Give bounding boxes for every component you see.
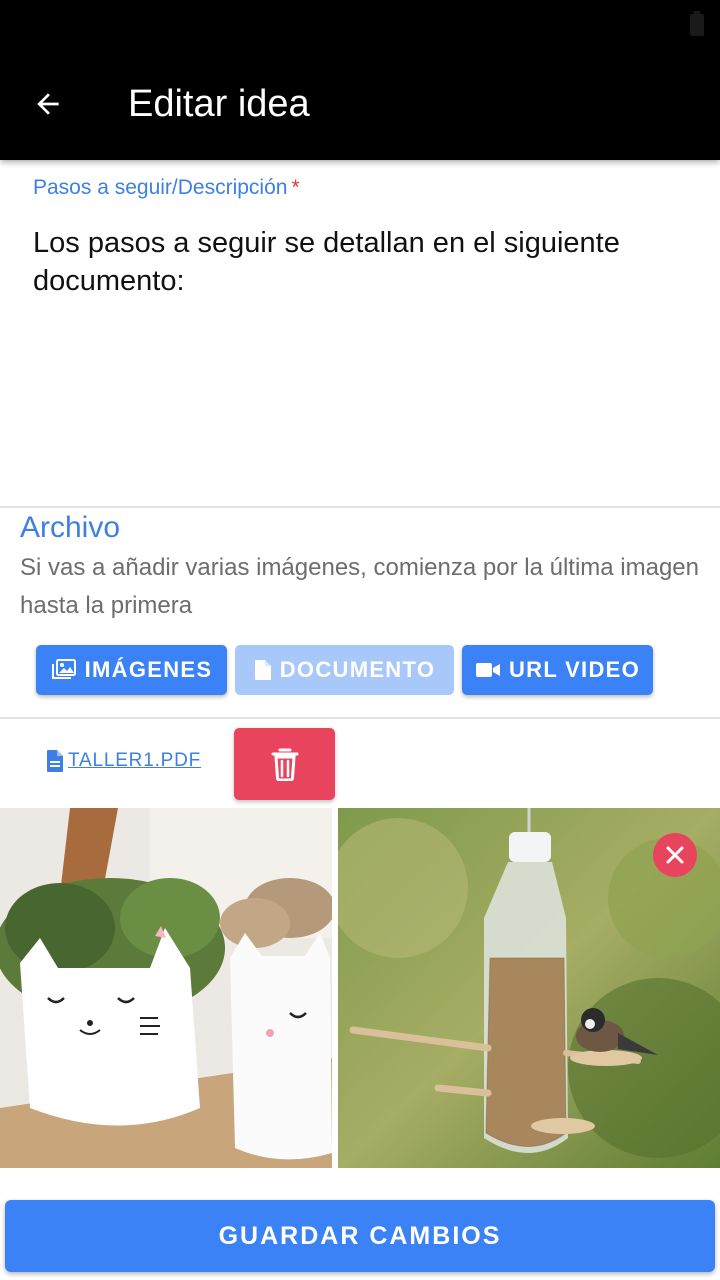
divider (0, 717, 720, 719)
description-label-text: Pasos a seguir/Descripción (33, 176, 288, 199)
description-textarea[interactable]: Los pasos a seguir se detallan en el sig… (33, 224, 693, 300)
required-mark: * (291, 176, 300, 199)
file-icon (47, 750, 63, 772)
archivo-title: Archivo (20, 511, 121, 544)
add-video-url-button[interactable]: URL VIDEO (462, 645, 653, 695)
add-document-label: DOCUMENTO (279, 657, 436, 682)
trash-icon (271, 748, 298, 781)
delete-file-button[interactable] (234, 728, 335, 800)
video-camera-icon (475, 663, 500, 677)
description-label: Pasos a seguir/Descripción * (33, 174, 300, 202)
document-icon (254, 660, 271, 680)
close-icon (666, 846, 684, 864)
add-images-label: IMÁGENES (84, 657, 213, 682)
photo-cat-planters (0, 808, 332, 1168)
archivo-help-text: Si vas a añadir varias imágenes, comienz… (20, 554, 699, 619)
page-title: Editar idea (128, 83, 310, 125)
add-document-button[interactable]: DOCUMENTO (235, 645, 454, 695)
attached-file-link[interactable]: TALLER1.PDF (46, 749, 201, 773)
images-icon (51, 659, 76, 679)
add-images-button[interactable]: IMÁGENES (36, 645, 227, 695)
status-bar (0, 0, 720, 48)
app-bar: Editar idea (0, 48, 720, 160)
save-changes-button[interactable]: GUARDAR CAMBIOS (5, 1200, 715, 1272)
battery-icon (690, 11, 704, 36)
back-button[interactable] (22, 78, 74, 130)
attached-file-name: TALLER1.PDF (68, 750, 202, 771)
divider (0, 506, 720, 508)
remove-photo-button[interactable] (653, 833, 697, 877)
arrow-left-icon (37, 93, 59, 115)
add-video-url-label: URL VIDEO (508, 657, 641, 682)
